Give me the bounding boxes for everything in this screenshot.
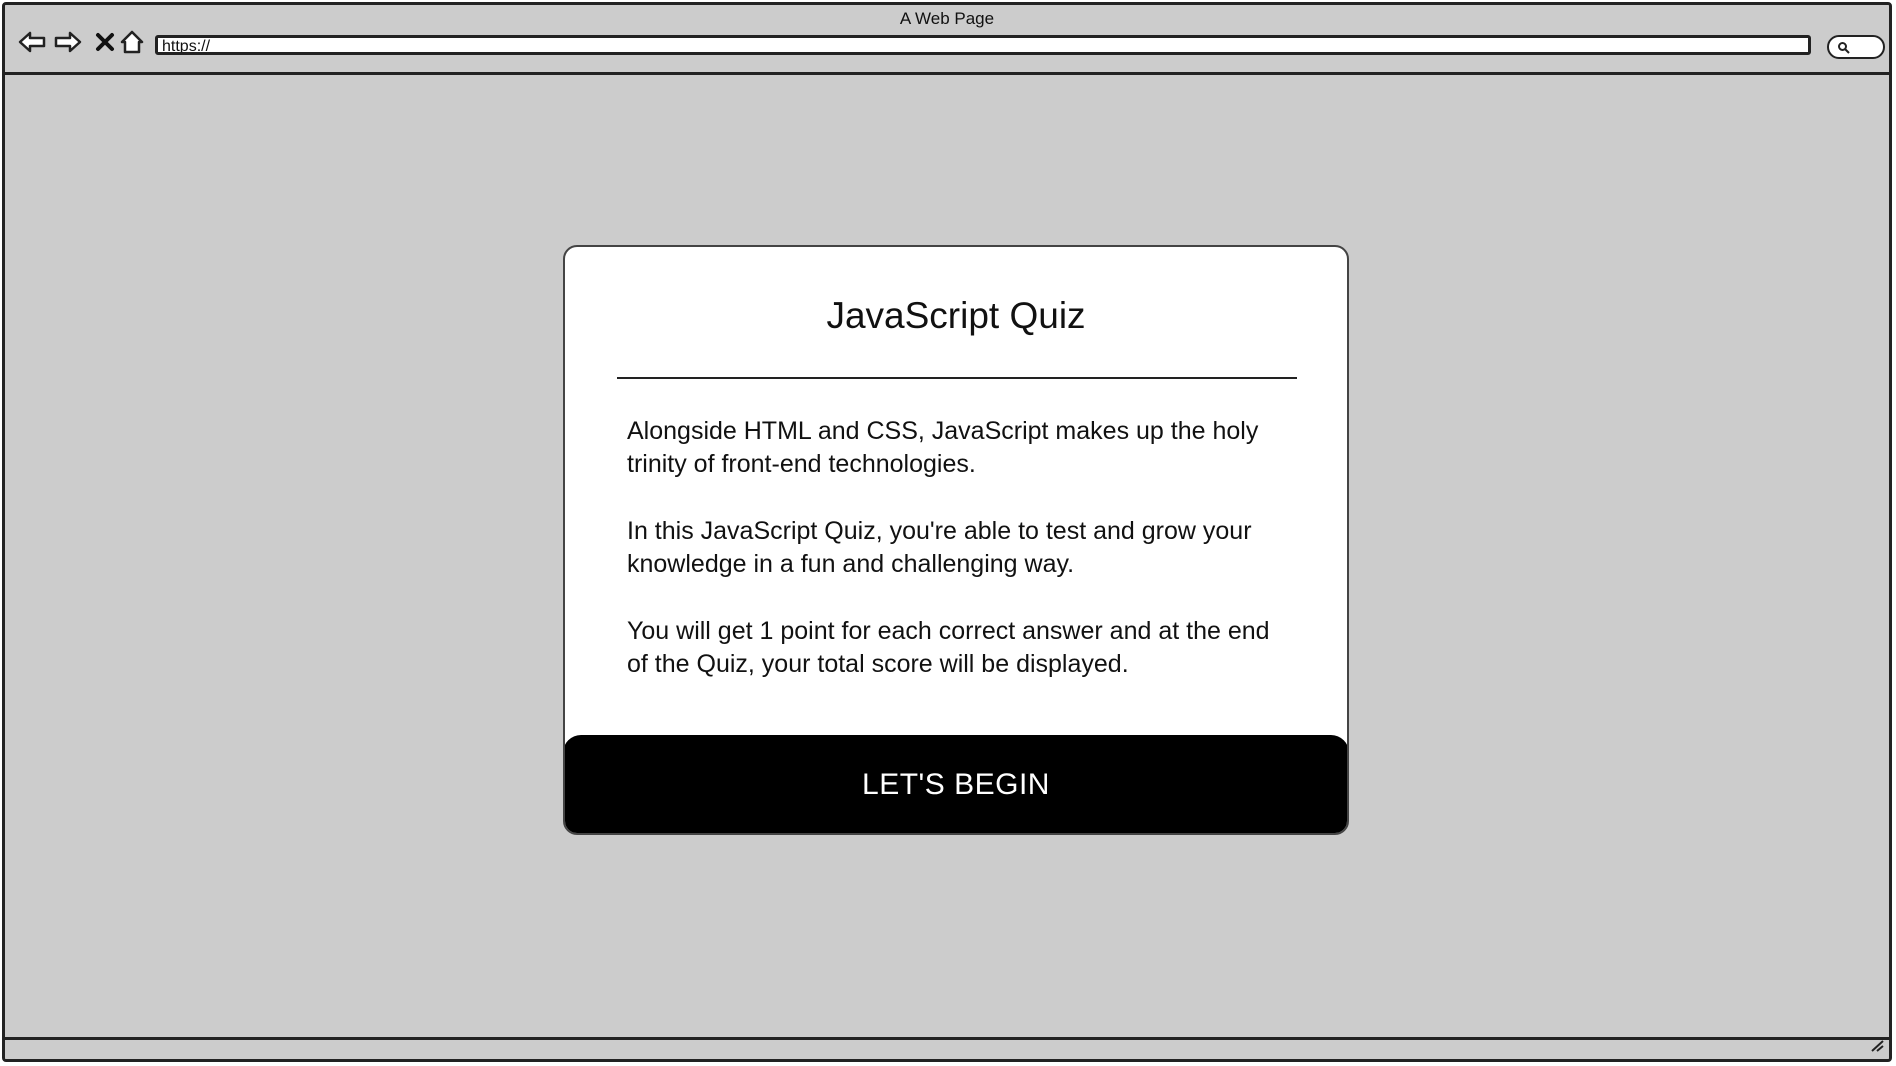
home-icon[interactable] — [117, 27, 147, 57]
intro-paragraph: You will get 1 point for each correct an… — [627, 617, 1270, 678]
resize-grip-icon[interactable] — [1869, 1038, 1885, 1057]
close-x-icon[interactable] — [90, 27, 120, 57]
quiz-intro-card: JavaScript Quiz Alongside HTML and CSS, … — [563, 245, 1349, 835]
quiz-description: Alongside HTML and CSS, JavaScript makes… — [627, 415, 1295, 715]
address-bar[interactable]: https:// — [155, 35, 1811, 55]
search-icon — [1838, 42, 1850, 54]
browser-window: A Web Page https:// JavaScript Quiz Alon… — [2, 2, 1892, 1062]
browser-toolbar: A Web Page https:// — [5, 5, 1889, 75]
status-bar — [5, 1037, 1889, 1059]
page-viewport: JavaScript Quiz Alongside HTML and CSS, … — [5, 75, 1889, 1037]
quiz-title: JavaScript Quiz — [826, 295, 1086, 336]
intro-paragraph: In this JavaScript Quiz, you're able to … — [627, 517, 1252, 578]
window-title: A Web Page — [899, 9, 995, 28]
lets-begin-button[interactable]: LET'S BEGIN — [565, 735, 1347, 833]
search-button[interactable] — [1827, 35, 1885, 59]
back-arrow-icon[interactable] — [17, 27, 47, 57]
intro-paragraph: Alongside HTML and CSS, JavaScript makes… — [627, 417, 1259, 478]
title-divider — [617, 377, 1297, 379]
forward-arrow-icon[interactable] — [53, 27, 83, 57]
